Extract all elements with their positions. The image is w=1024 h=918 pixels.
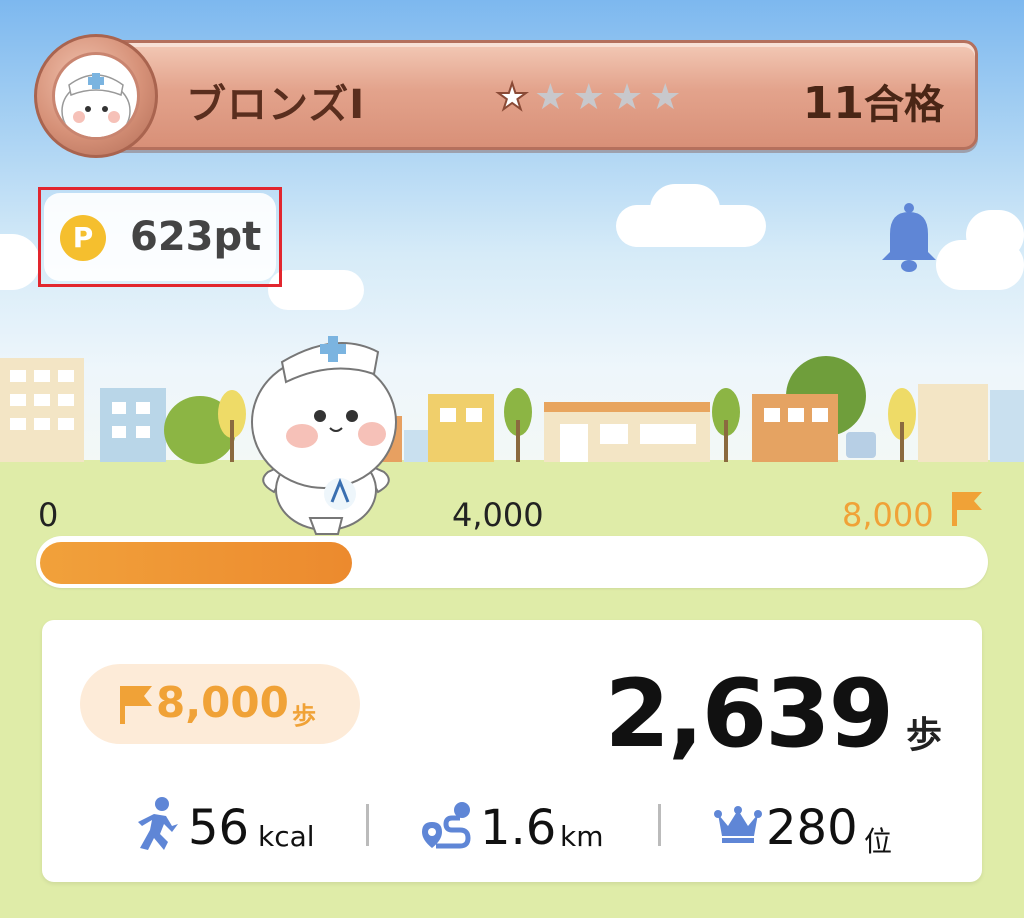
ranking-value: 280 xyxy=(766,800,858,856)
crown-icon xyxy=(714,806,762,843)
cloud xyxy=(966,210,1024,260)
pass-count-unit: 合格 xyxy=(864,82,944,128)
steps-count: 2,639 xyxy=(604,660,894,769)
pass-count: 11合格 xyxy=(803,72,944,130)
goal-flag-icon xyxy=(952,492,982,526)
divider xyxy=(658,804,661,846)
pass-count-value: 11 xyxy=(802,78,864,129)
cloud xyxy=(268,270,364,310)
steps-unit: 歩 xyxy=(906,715,943,756)
points-highlight xyxy=(38,187,282,287)
progress-goal-label: 8,000 xyxy=(842,496,934,534)
route-icon xyxy=(422,802,471,849)
rank-stars: ★ ★ ★ ★ ★ xyxy=(495,77,682,118)
ranking-unit: 位 xyxy=(864,825,893,858)
goal-value: 8,000 xyxy=(156,678,289,727)
star-empty-icon: ★ xyxy=(572,77,605,118)
mascot-avatar xyxy=(52,52,140,140)
star-empty-icon: ★ xyxy=(610,77,644,118)
divider xyxy=(366,804,369,846)
cloud xyxy=(650,184,720,234)
runner-icon xyxy=(138,797,178,850)
bell-icon[interactable] xyxy=(878,202,940,274)
rank-medal xyxy=(34,34,158,158)
calories-value: 56 xyxy=(188,800,250,856)
town-skyline xyxy=(0,356,1024,464)
star-empty-icon: ★ xyxy=(649,77,682,118)
mascot-character xyxy=(251,336,397,535)
goal-flag-icon xyxy=(120,686,152,724)
star-filled-icon: ★ xyxy=(495,77,529,118)
distance-value: 1.6 xyxy=(480,800,557,856)
calories-unit: kcal xyxy=(258,820,315,853)
star-empty-icon: ★ xyxy=(534,77,567,118)
progress-start-label: 0 xyxy=(38,496,59,534)
progress-fill xyxy=(40,542,352,584)
goal-unit: 歩 xyxy=(292,702,316,730)
rank-name: ブロンズⅠ xyxy=(186,82,366,128)
distance-unit: km xyxy=(560,820,604,853)
progress-mid-label: 4,000 xyxy=(452,496,544,534)
